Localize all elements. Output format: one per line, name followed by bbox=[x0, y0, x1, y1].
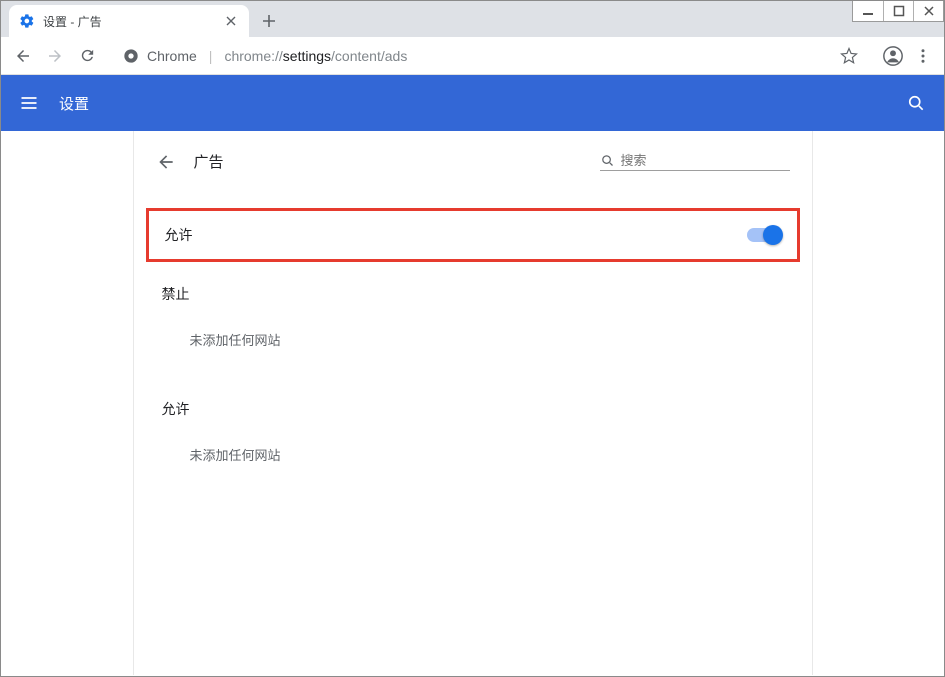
toggle-knob bbox=[763, 225, 783, 245]
page-back-button[interactable] bbox=[156, 152, 176, 172]
reload-button[interactable] bbox=[73, 42, 101, 70]
page-header-row: 广告 bbox=[134, 131, 812, 182]
content-scroll-area[interactable]: 广告 允许 禁止 未添加任何网站 允许 未添加任何网站 bbox=[2, 131, 943, 675]
profile-avatar-icon[interactable] bbox=[880, 43, 906, 69]
settings-header-title: 设置 bbox=[59, 93, 904, 114]
forward-button[interactable] bbox=[41, 42, 69, 70]
chrome-icon bbox=[123, 48, 139, 64]
tab-strip: 设置 - 广告 bbox=[1, 1, 944, 37]
page-title: 广告 bbox=[194, 151, 224, 172]
tab-title: 设置 - 广告 bbox=[43, 13, 215, 30]
new-tab-button[interactable] bbox=[255, 7, 283, 35]
block-section: 禁止 未添加任何网站 bbox=[134, 262, 812, 349]
header-search-button[interactable] bbox=[904, 91, 928, 115]
address-bar[interactable]: Chrome | chrome://settings/content/ads bbox=[111, 42, 870, 70]
browser-menu-button[interactable] bbox=[910, 47, 936, 65]
bookmark-star-icon[interactable] bbox=[840, 47, 858, 65]
close-window-button[interactable] bbox=[913, 1, 943, 21]
allow-ads-toggle-label: 允许 bbox=[165, 225, 747, 245]
settings-app-header: 设置 bbox=[1, 75, 944, 131]
in-page-search[interactable] bbox=[600, 153, 790, 171]
settings-content-card: 广告 允许 禁止 未添加任何网站 允许 未添加任何网站 bbox=[133, 131, 813, 675]
omnibox-url: chrome://settings/content/ads bbox=[224, 48, 407, 64]
in-page-search-input[interactable] bbox=[621, 153, 790, 168]
maximize-button[interactable] bbox=[883, 1, 913, 21]
allow-section-empty: 未添加任何网站 bbox=[162, 445, 784, 464]
close-tab-button[interactable] bbox=[223, 13, 239, 29]
omnibox-separator: | bbox=[209, 48, 213, 64]
omnibox-origin-label: Chrome bbox=[147, 48, 197, 64]
hamburger-menu-button[interactable] bbox=[17, 91, 41, 115]
block-section-empty: 未添加任何网站 bbox=[162, 330, 784, 349]
back-button[interactable] bbox=[9, 42, 37, 70]
minimize-button[interactable] bbox=[853, 1, 883, 21]
window-controls bbox=[852, 1, 944, 22]
allow-section-title: 允许 bbox=[162, 399, 784, 419]
search-icon bbox=[600, 153, 615, 168]
browser-toolbar: Chrome | chrome://settings/content/ads bbox=[1, 37, 944, 75]
block-section-title: 禁止 bbox=[162, 284, 784, 304]
gear-icon bbox=[19, 13, 35, 29]
allow-ads-toggle-row: 允许 bbox=[146, 208, 800, 262]
browser-tab[interactable]: 设置 - 广告 bbox=[9, 5, 249, 37]
allow-section: 允许 未添加任何网站 bbox=[134, 377, 812, 464]
allow-ads-toggle[interactable] bbox=[747, 228, 781, 242]
